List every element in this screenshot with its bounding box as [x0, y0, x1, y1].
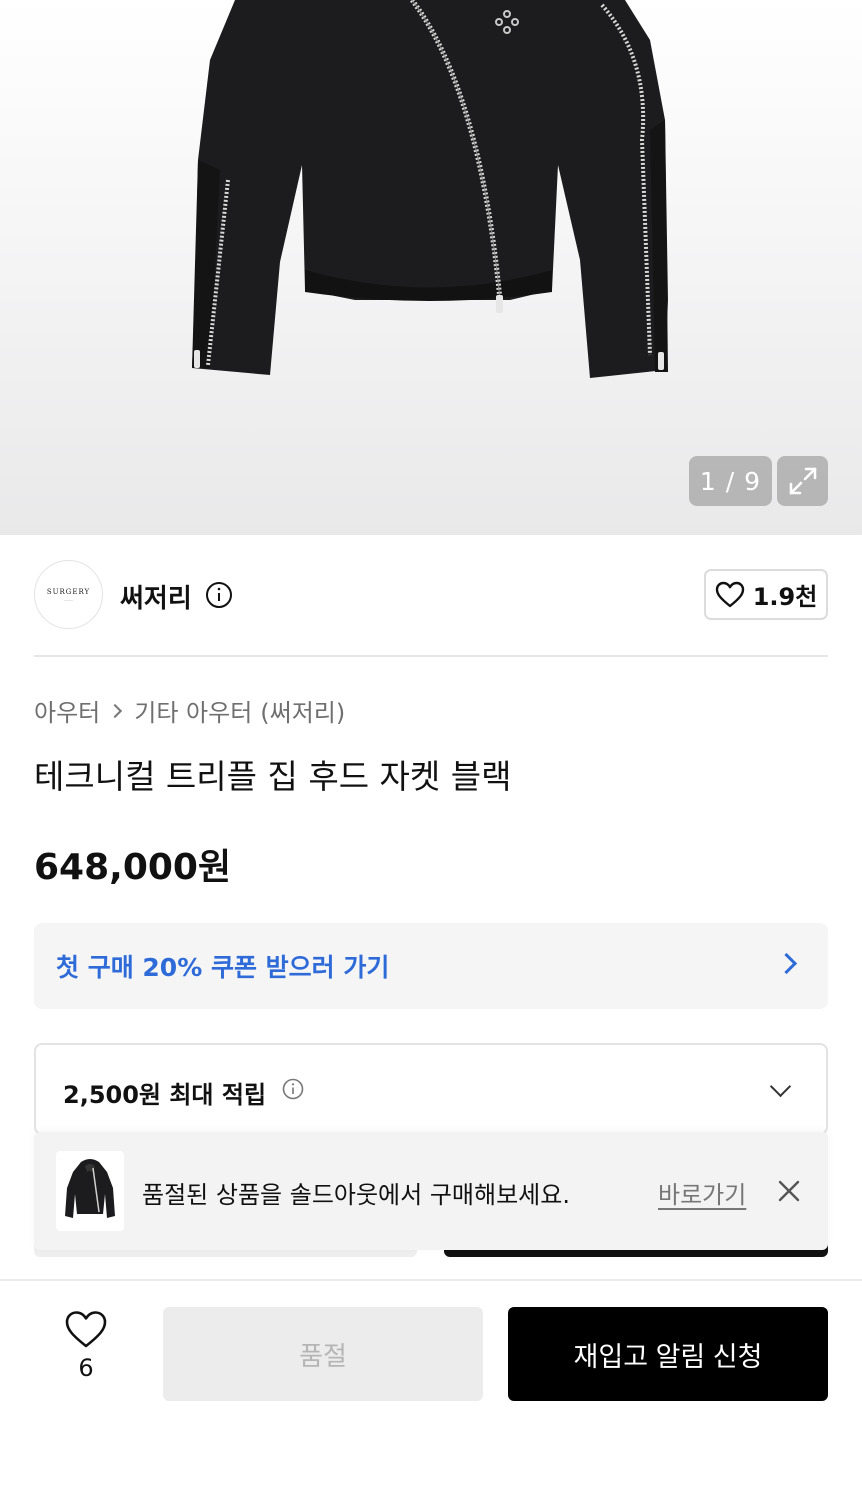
- jacket-thumbnail-icon: [65, 1159, 115, 1218]
- toast-product-thumbnail: [56, 1151, 124, 1231]
- points-text: 2,500원 최대 적립: [63, 1081, 267, 1109]
- soldout-toast: 품절된 상품을 솔드아웃에서 구매해보세요. 바로가기: [34, 1132, 828, 1250]
- breadcrumb: 아우터 기타 아우터 (써저리): [34, 693, 345, 728]
- product-title: 테크니컬 트리플 집 후드 자켓 블랙: [34, 757, 512, 796]
- image-counter: 1 / 9: [689, 456, 772, 506]
- info-icon[interactable]: [205, 581, 233, 609]
- brand-name[interactable]: 써저리: [120, 578, 192, 615]
- chevron-right-icon: [108, 703, 123, 718]
- points-accordion[interactable]: 2,500원 최대 적립: [34, 1043, 828, 1135]
- divider: [34, 655, 828, 657]
- wishlist-count: 6: [78, 1354, 94, 1382]
- restock-alert-button[interactable]: 재입고 알림 신청: [508, 1307, 828, 1401]
- brand-logo[interactable]: SURGERY ———: [34, 560, 103, 629]
- brand-logo-subline: ———: [64, 597, 73, 602]
- heart-outline-icon: [715, 581, 744, 607]
- breadcrumb-category[interactable]: 아우터: [34, 693, 100, 728]
- brand-logo-text: SURGERY: [46, 587, 91, 596]
- toast-message: 품절된 상품을 솔드아웃에서 구매해보세요.: [142, 1181, 570, 1209]
- heart-outline-icon: [65, 1311, 107, 1348]
- product-image-gallery[interactable]: 1 / 9: [0, 0, 862, 535]
- breadcrumb-subcategory[interactable]: 기타 아우터: [134, 693, 252, 728]
- breadcrumb-brand[interactable]: (써저리): [260, 693, 345, 728]
- product-image: [192, 0, 668, 378]
- wishlist-button[interactable]: 6: [60, 1310, 112, 1382]
- close-icon[interactable]: [777, 1179, 801, 1203]
- brand-like-button[interactable]: 1.9천: [704, 569, 828, 620]
- product-price: 648,000원: [34, 847, 232, 888]
- chevron-down-icon: [769, 1075, 792, 1098]
- coupon-text: 첫 구매 20% 쿠폰 받으러 가기: [56, 953, 390, 982]
- info-icon[interactable]: [282, 1078, 304, 1100]
- brand-like-count: 1.9천: [752, 583, 818, 611]
- bottom-bar-divider: [0, 1279, 862, 1281]
- coupon-banner[interactable]: 첫 구매 20% 쿠폰 받으러 가기: [34, 923, 828, 1009]
- brand-row: SURGERY ——— 써저리 1.9천: [34, 560, 828, 630]
- expand-icon: [789, 467, 816, 495]
- soldout-button: 품절: [163, 1307, 483, 1401]
- toast-shortcut-link[interactable]: 바로가기: [658, 1175, 746, 1210]
- chevron-right-icon: [775, 952, 798, 975]
- expand-button[interactable]: [777, 456, 828, 506]
